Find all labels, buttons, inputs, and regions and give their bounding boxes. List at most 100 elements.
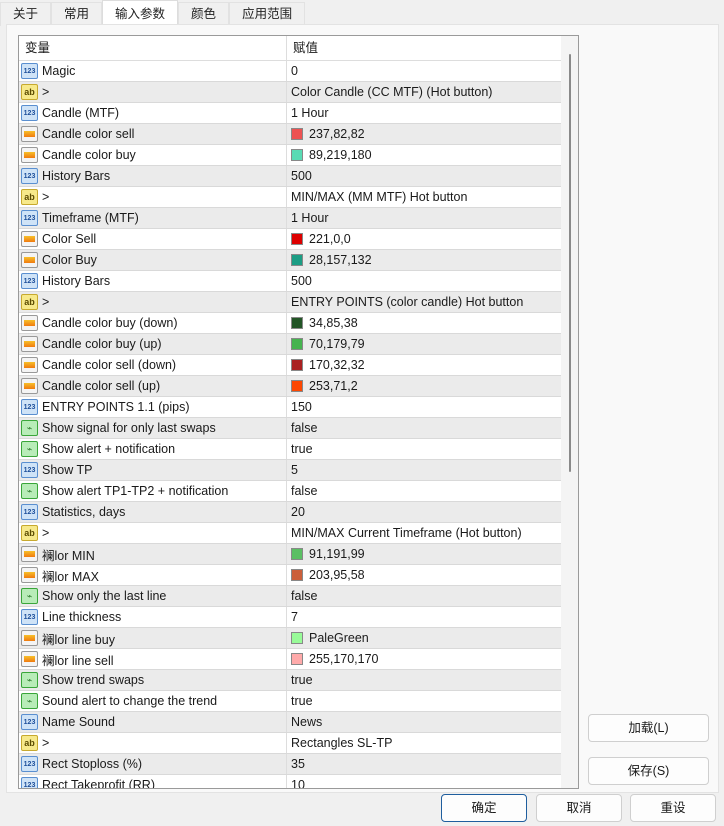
table-row[interactable]: 123 Rect Takeprofit (RR) 10 xyxy=(19,775,561,788)
table-row[interactable]: Candle color sell (up) 253,71,2 xyxy=(19,376,561,397)
table-row[interactable]: ab > MIN/MAX (MM MTF) Hot button xyxy=(19,187,561,208)
value-cell[interactable]: 500 xyxy=(287,166,561,186)
value-text[interactable]: PaleGreen xyxy=(309,631,369,645)
value-text[interactable]: MIN/MAX (MM MTF) Hot button xyxy=(291,190,467,204)
value-text[interactable]: MIN/MAX Current Timeframe (Hot button) xyxy=(291,526,522,540)
value-cell[interactable]: MIN/MAX Current Timeframe (Hot button) xyxy=(287,523,561,543)
table-row[interactable]: ⌁ Show only the last line false xyxy=(19,586,561,607)
table-row[interactable]: ab > ENTRY POINTS (color candle) Hot butto… xyxy=(19,292,561,313)
value-text[interactable]: 5 xyxy=(291,463,298,477)
value-cell[interactable]: 5 xyxy=(287,460,561,480)
value-text[interactable]: false xyxy=(291,589,317,603)
color-swatch[interactable] xyxy=(291,128,303,140)
value-cell[interactable]: 221,0,0 xyxy=(287,229,561,249)
value-cell[interactable]: false xyxy=(287,586,561,606)
table-row[interactable]: ⌁ Show signal for only last swaps false xyxy=(19,418,561,439)
value-text[interactable]: 150 xyxy=(291,400,312,414)
value-cell[interactable]: 28,157,132 xyxy=(287,250,561,270)
value-text[interactable]: 91,191,99 xyxy=(309,547,365,561)
value-text[interactable]: 1 Hour xyxy=(291,106,329,120)
value-cell[interactable]: 203,95,58 xyxy=(287,565,561,585)
table-row[interactable]: 123 Candle (MTF) 1 Hour xyxy=(19,103,561,124)
value-text[interactable]: 253,71,2 xyxy=(309,379,358,393)
value-text[interactable]: 221,0,0 xyxy=(309,232,351,246)
column-header-variable[interactable]: 变量 xyxy=(19,36,287,60)
value-text[interactable]: 0 xyxy=(291,64,298,78)
value-cell[interactable]: 237,82,82 xyxy=(287,124,561,144)
value-cell[interactable]: 1 Hour xyxy=(287,208,561,228)
value-text[interactable]: true xyxy=(291,442,313,456)
value-cell[interactable]: true xyxy=(287,439,561,459)
value-cell[interactable]: 253,71,2 xyxy=(287,376,561,396)
table-row[interactable]: ab > Rectangles SL-TP xyxy=(19,733,561,754)
value-cell[interactable]: 170,32,32 xyxy=(287,355,561,375)
table-row[interactable]: Candle color buy 89,219,180 xyxy=(19,145,561,166)
value-text[interactable]: 20 xyxy=(291,505,305,519)
value-cell[interactable]: 255,170,170 xyxy=(287,649,561,669)
value-cell[interactable]: 91,191,99 xyxy=(287,544,561,564)
value-cell[interactable]: PaleGreen xyxy=(287,628,561,648)
load-button[interactable]: 加载(L) xyxy=(588,714,709,742)
table-row[interactable]: 123 Statistics, days 20 xyxy=(19,502,561,523)
reset-button[interactable]: 重设 xyxy=(630,794,716,822)
table-row[interactable]: 123 Timeframe (MTF) 1 Hour xyxy=(19,208,561,229)
value-text[interactable]: 255,170,170 xyxy=(309,652,379,666)
table-row[interactable]: 襕lor line sell 255,170,170 xyxy=(19,649,561,670)
value-text[interactable]: 7 xyxy=(291,610,298,624)
table-row[interactable]: Color Sell 221,0,0 xyxy=(19,229,561,250)
save-button[interactable]: 保存(S) xyxy=(588,757,709,785)
value-text[interactable]: Color Candle (CC MTF) (Hot button) xyxy=(291,85,492,99)
value-text[interactable]: true xyxy=(291,694,313,708)
tab-1[interactable]: 常用 xyxy=(51,2,103,26)
value-text[interactable]: 10 xyxy=(291,778,305,788)
color-swatch[interactable] xyxy=(291,317,303,329)
table-row[interactable]: ⌁ Sound alert to change the trend true xyxy=(19,691,561,712)
value-cell[interactable]: News xyxy=(287,712,561,732)
table-row[interactable]: 123 ENTRY POINTS 1.1 (pips) 150 xyxy=(19,397,561,418)
value-cell[interactable]: 0 xyxy=(287,61,561,81)
value-text[interactable]: ENTRY POINTS (color candle) Hot button xyxy=(291,295,523,309)
column-header-value[interactable]: 赋值 xyxy=(287,36,318,60)
table-row[interactable]: ⌁ Show trend swaps true xyxy=(19,670,561,691)
tab-4[interactable]: 应用范围 xyxy=(229,2,306,26)
table-row[interactable]: Candle color sell (down) 170,32,32 xyxy=(19,355,561,376)
value-cell[interactable]: ENTRY POINTS (color candle) Hot button xyxy=(287,292,561,312)
value-cell[interactable]: 1 Hour xyxy=(287,103,561,123)
cancel-button[interactable]: 取消 xyxy=(536,794,622,822)
table-row[interactable]: Candle color buy (up) 70,179,79 xyxy=(19,334,561,355)
table-row[interactable]: ab > MIN/MAX Current Timeframe (Hot button… xyxy=(19,523,561,544)
value-cell[interactable]: false xyxy=(287,418,561,438)
value-text[interactable]: 34,85,38 xyxy=(309,316,358,330)
value-text[interactable]: News xyxy=(291,715,322,729)
value-text[interactable]: 170,32,32 xyxy=(309,358,365,372)
ok-button[interactable]: 确定 xyxy=(441,794,527,822)
value-text[interactable]: Rectangles SL-TP xyxy=(291,736,392,750)
table-row[interactable]: Candle color buy (down) 34,85,38 xyxy=(19,313,561,334)
value-cell[interactable]: true xyxy=(287,670,561,690)
value-cell[interactable]: true xyxy=(287,691,561,711)
value-cell[interactable]: MIN/MAX (MM MTF) Hot button xyxy=(287,187,561,207)
color-swatch[interactable] xyxy=(291,254,303,266)
value-text[interactable]: 89,219,180 xyxy=(309,148,372,162)
value-text[interactable]: 500 xyxy=(291,274,312,288)
table-row[interactable]: 襕lor MIN 91,191,99 xyxy=(19,544,561,565)
table-row[interactable]: 123 Magic 0 xyxy=(19,61,561,82)
vertical-scrollbar[interactable] xyxy=(561,36,578,788)
color-swatch[interactable] xyxy=(291,548,303,560)
tab-2[interactable]: 输入参数 xyxy=(102,0,179,26)
color-swatch[interactable] xyxy=(291,359,303,371)
table-row[interactable]: ⌁ Show alert + notification true xyxy=(19,439,561,460)
value-text[interactable]: 70,179,79 xyxy=(309,337,365,351)
color-swatch[interactable] xyxy=(291,653,303,665)
table-row[interactable]: 123 Show TP 5 xyxy=(19,460,561,481)
scrollbar-thumb[interactable] xyxy=(569,54,571,472)
value-cell[interactable]: Color Candle (CC MTF) (Hot button) xyxy=(287,82,561,102)
table-row[interactable]: 123 History Bars 500 xyxy=(19,271,561,292)
table-row[interactable]: 123 Name Sound News xyxy=(19,712,561,733)
color-swatch[interactable] xyxy=(291,380,303,392)
color-swatch[interactable] xyxy=(291,233,303,245)
value-text[interactable]: false xyxy=(291,421,317,435)
color-swatch[interactable] xyxy=(291,149,303,161)
value-cell[interactable]: 20 xyxy=(287,502,561,522)
value-cell[interactable]: false xyxy=(287,481,561,501)
